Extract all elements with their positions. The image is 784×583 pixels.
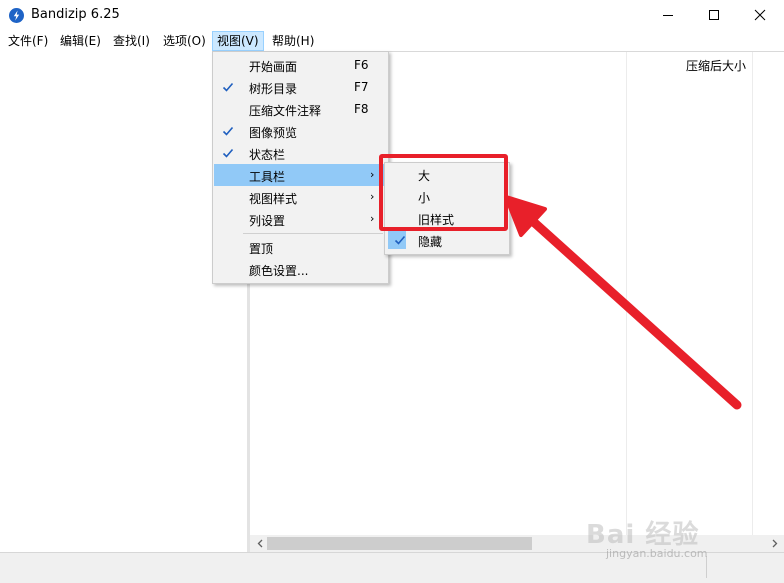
watermark-url: jingyan.baidu.com	[606, 547, 708, 560]
annotation-arrow-icon	[504, 195, 742, 410]
watermark: Bai 经验	[586, 520, 700, 550]
